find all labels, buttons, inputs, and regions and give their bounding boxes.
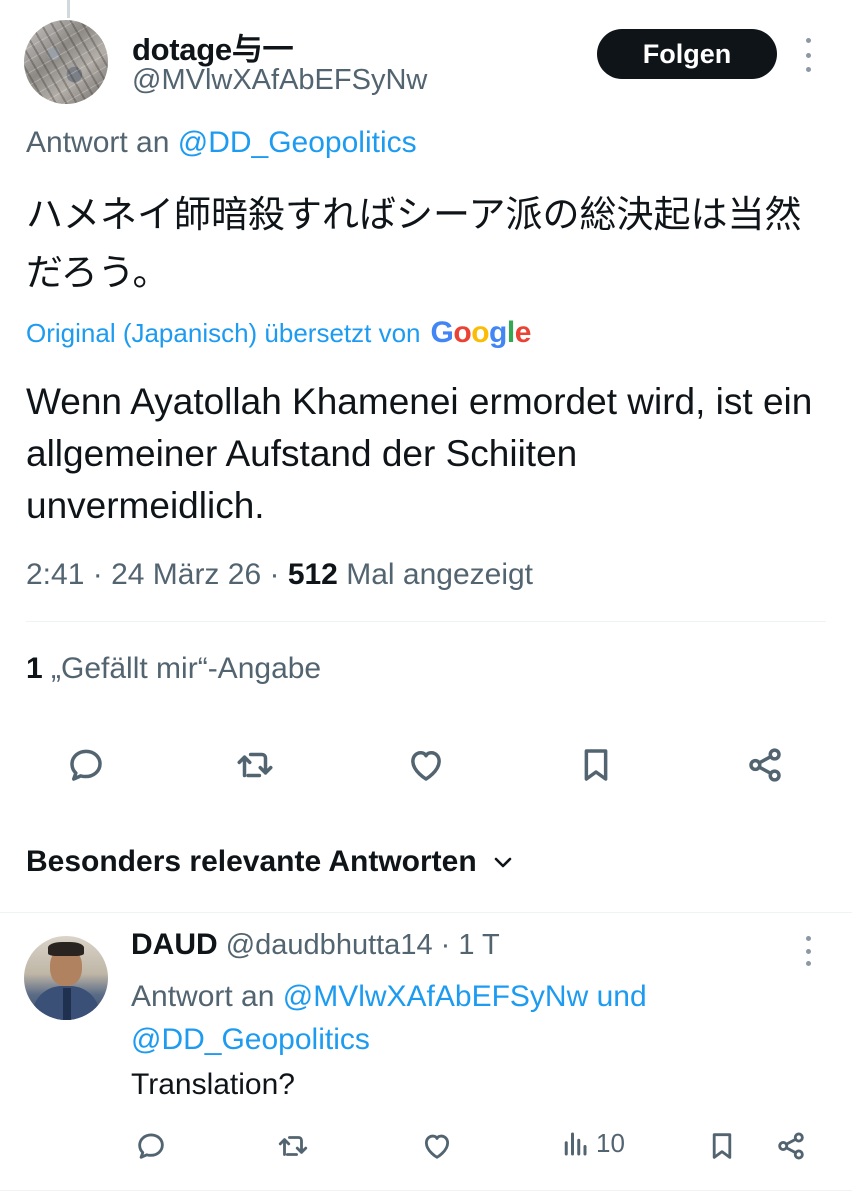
- thread-connector-line: [67, 0, 70, 18]
- reply-author-avatar[interactable]: [24, 936, 108, 1020]
- reply-more-options-icon[interactable]: [798, 936, 818, 966]
- reply-bookmark-icon[interactable]: [702, 1126, 742, 1166]
- reply-views-count: 10: [596, 1128, 625, 1158]
- retweet-icon[interactable]: [232, 742, 278, 788]
- reply-author-name[interactable]: DAUD: [131, 928, 218, 961]
- reply-text: Translation?: [131, 1068, 295, 1101]
- replies-sort-dropdown[interactable]: Besonders relevante Antworten: [26, 845, 515, 879]
- google-logo: Google: [430, 316, 532, 349]
- likes-summary[interactable]: 1 „Gefällt mir“-Angabe: [26, 652, 321, 686]
- divider: [26, 621, 826, 622]
- more-options-icon[interactable]: [796, 38, 820, 72]
- bookmark-icon[interactable]: [573, 742, 619, 788]
- reply-replying-to-link-1[interactable]: @MVlwXAfAbEFSyNw: [283, 980, 589, 1013]
- reply-replying-to-line: Antwort an @MVlwXAfAbEFSyNw und @DD_Geop…: [131, 975, 791, 1061]
- tweet-meta: 2:41 · 24 März 26 · 512 Mal angezeigt: [26, 558, 534, 591]
- reply-share-icon[interactable]: [771, 1126, 811, 1166]
- views-label: Mal angezeigt: [346, 558, 534, 591]
- reply-heart-icon[interactable]: [417, 1126, 457, 1166]
- reply-comment-icon[interactable]: [131, 1126, 171, 1166]
- reply-replying-to-conjunction: und: [588, 980, 647, 1013]
- tweet-date[interactable]: 24 März 26: [111, 558, 261, 591]
- reply-replying-to-link-2[interactable]: @DD_Geopolitics: [131, 1023, 370, 1056]
- analytics-icon: [564, 1132, 587, 1155]
- comment-icon[interactable]: [63, 742, 109, 788]
- translated-tweet-text: Wenn Ayatollah Khamenei ermordet wird, i…: [26, 381, 813, 526]
- divider: [0, 912, 852, 913]
- likes-label: „Gefällt mir“-Angabe: [51, 652, 322, 685]
- tweet-time[interactable]: 2:41: [26, 558, 84, 591]
- reply-replying-to-prefix: Antwort an: [131, 980, 283, 1013]
- translation-attribution[interactable]: Original (Japanisch) übersetzt von Googl…: [26, 316, 531, 350]
- author-avatar[interactable]: [24, 20, 108, 104]
- author-handle[interactable]: @MVlwXAfAbEFSyNw: [132, 64, 427, 97]
- divider: [0, 1190, 852, 1191]
- reply-author-handle[interactable]: @daudbhutta14: [226, 929, 433, 961]
- chevron-down-icon: [494, 857, 511, 868]
- reply-header: DAUD @daudbhutta14 · 1 T: [131, 928, 500, 961]
- replying-to-prefix: Antwort an: [26, 126, 178, 159]
- author-name[interactable]: dotage与一: [132, 24, 294, 69]
- reply-retweet-icon[interactable]: [273, 1126, 313, 1166]
- replying-to-link[interactable]: @DD_Geopolitics: [178, 126, 417, 159]
- replies-sort-label: Besonders relevante Antworten: [26, 845, 477, 878]
- share-icon[interactable]: [742, 742, 788, 788]
- heart-icon[interactable]: [403, 742, 449, 788]
- reply-time[interactable]: 1 T: [458, 929, 499, 961]
- views-count: 512: [287, 558, 338, 591]
- follow-button[interactable]: Folgen: [597, 29, 777, 79]
- likes-count: 1: [26, 652, 43, 685]
- replying-to-line: Antwort an @DD_Geopolitics: [26, 126, 417, 160]
- translation-attribution-label: Original (Japanisch) übersetzt von: [26, 317, 421, 348]
- reply-views[interactable]: 10: [560, 1128, 625, 1159]
- original-tweet-text: ハメネイ師暗殺すればシーア派の総決起は当然だろう。: [26, 194, 802, 293]
